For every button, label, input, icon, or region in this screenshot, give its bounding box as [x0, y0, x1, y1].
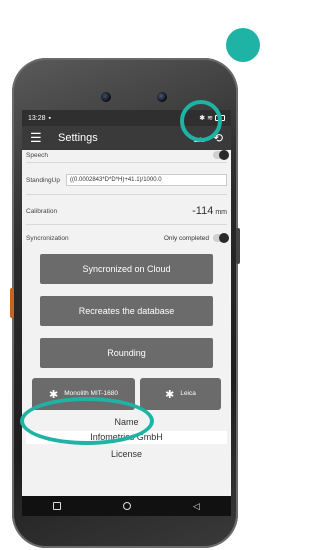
home-button[interactable]	[123, 502, 132, 510]
recreate-database-button[interactable]: Recreates the database	[40, 296, 213, 326]
bluetooth-icon: ✱	[165, 388, 175, 401]
back-button[interactable]: ◁	[193, 501, 200, 512]
volume-button	[236, 228, 240, 264]
front-camera	[101, 92, 111, 102]
license-title: License	[110, 449, 143, 459]
calibration-value-group[interactable]: -114 mm	[192, 205, 227, 217]
sync-toggle[interactable]	[213, 233, 229, 243]
annotation-circle	[226, 28, 260, 62]
page-title: Settings	[58, 132, 98, 144]
sim-card-icon: ▪	[48, 114, 52, 122]
calibration-value: -114	[192, 205, 214, 217]
status-bar-highlight	[180, 100, 222, 142]
status-time: 13:28	[28, 114, 46, 122]
side-button	[10, 288, 14, 318]
rounding-button[interactable]: Rounding	[40, 338, 213, 368]
standingup-row: StandingUp ((0.0002843*D*D*H)+41.1)/1000…	[22, 170, 231, 190]
speech-toggle[interactable]	[213, 150, 229, 160]
navigation-bar: ◁	[22, 496, 231, 516]
divider	[26, 194, 227, 195]
bt-device-highlight	[20, 397, 154, 445]
sync-cloud-button[interactable]: Syncronized on Cloud	[40, 254, 213, 284]
hamburger-menu-icon[interactable]: ☰	[30, 130, 50, 146]
phone-screen: 13:28 ▪ ✱ ≋ ☰ Settings ☁ ⟲ Speech Standi…	[22, 110, 231, 516]
sync-label: Syncronization	[26, 234, 69, 242]
bt-device-leica-label: Leica	[180, 390, 196, 398]
speech-row: Speech	[22, 150, 231, 160]
speech-label: Speech	[26, 151, 49, 159]
calibration-label: Calibration	[26, 207, 58, 215]
divider	[26, 162, 227, 163]
sync-row: Syncronization Only completed	[22, 230, 231, 246]
recents-button[interactable]	[53, 502, 61, 510]
settings-content: Speech StandingUp ((0.0002843*D*D*H)+41.…	[22, 150, 231, 496]
standingup-label: StandingUp	[26, 176, 60, 184]
sync-value: Only completed	[163, 234, 209, 242]
divider	[26, 224, 227, 225]
calibration-unit: mm	[215, 209, 227, 216]
standingup-formula-field[interactable]: ((0.0002843*D*D*H)+41.1)/1000.0	[65, 174, 227, 186]
bt-device-leica-button[interactable]: ✱ Leica	[140, 378, 221, 410]
calibration-row: Calibration -114 mm	[22, 202, 231, 220]
sensor	[157, 92, 167, 102]
